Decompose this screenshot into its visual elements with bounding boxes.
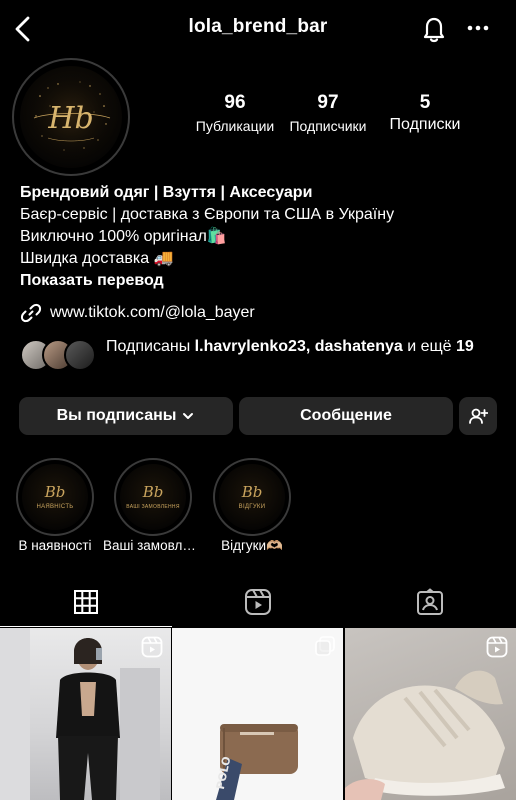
- reels-icon: [486, 636, 508, 658]
- followed-by-middle: и ещё: [402, 338, 457, 355]
- stat-following-label: Подписки: [389, 116, 461, 133]
- grid-icon: [74, 590, 98, 614]
- profile-link[interactable]: www.tiktok.com/@lola_bayer: [20, 302, 255, 324]
- highlight-logo: Bb: [241, 482, 263, 501]
- followed-by-names: l.havrylenko23, dashatenya: [194, 338, 403, 355]
- top-bar: lola_brend_bar: [0, 0, 516, 58]
- highlight-label: Ваші замовлення: [103, 538, 203, 553]
- stat-following-value: 5: [419, 92, 431, 113]
- message-button-label: Сообщение: [300, 407, 392, 424]
- posts-grid: POLO: [0, 628, 516, 800]
- post-thumbnail[interactable]: POLO: [172, 628, 343, 800]
- active-tab-indicator: [0, 626, 172, 627]
- stat-posts[interactable]: 96 Публикации: [180, 92, 290, 134]
- avatar-logo: Hb: [20, 66, 122, 168]
- highlight-label: Відгуки🫶🏼: [221, 538, 283, 553]
- stat-followers[interactable]: 97 Подписчики: [280, 92, 376, 134]
- followed-by-text: Подписаны l.havrylenko23, dashatenya и е…: [106, 336, 506, 358]
- tab-posts-grid[interactable]: [0, 576, 172, 628]
- follower-avatar: [64, 339, 96, 371]
- highlight-cover-text: ВІДГУКИ: [238, 503, 266, 510]
- profile-link-text: www.tiktok.com/@lola_bayer: [50, 304, 255, 321]
- reels-icon: [141, 636, 163, 658]
- subscribed-button-label: Вы подписаны: [56, 407, 177, 424]
- profile-stats: 96 Публикации 97 Подписчики 5 Подписки: [180, 92, 480, 142]
- bio-line: Баєр-сервіс | доставка з Європи та США в…: [20, 206, 395, 223]
- highlight-cover-text: ВАШІ ЗАМОВЛЕННЯ: [126, 503, 180, 510]
- followed-by-prefix: Подписаны: [106, 338, 195, 355]
- profile-tabs: [0, 576, 516, 628]
- highlight-label: В наявності: [18, 538, 92, 553]
- stat-following[interactable]: 5 Подписки: [378, 92, 472, 134]
- highlight-logo: Bb: [142, 482, 164, 501]
- add-person-icon: [469, 408, 488, 424]
- subscribed-button[interactable]: Вы подписаны: [19, 397, 233, 435]
- highlight-cover: Bb ВАШІ ЗАМОВЛЕННЯ: [120, 464, 186, 530]
- stat-followers-value: 97: [317, 92, 339, 113]
- highlight-cover: Bb НАЯВНІСТЬ: [22, 464, 88, 530]
- tab-tagged[interactable]: [344, 576, 516, 628]
- chevron-down-icon: [183, 413, 194, 419]
- bio-line: Швидка доставка 🚚: [20, 250, 174, 267]
- highlight-reviews[interactable]: Bb ВІДГУКИ: [213, 458, 291, 536]
- tab-reels[interactable]: [172, 576, 344, 628]
- show-translation-link[interactable]: Показать перевод: [20, 270, 500, 292]
- highlight-cover: Bb ВІДГУКИ: [219, 464, 285, 530]
- stat-posts-label: Публикации: [195, 118, 275, 134]
- bio-line: Виключно 100% оригінал🛍️: [20, 228, 227, 245]
- message-button[interactable]: Сообщение: [239, 397, 453, 435]
- post-thumbnail[interactable]: [0, 628, 171, 800]
- bell-icon[interactable]: [420, 14, 448, 44]
- stat-followers-label: Подписчики: [289, 118, 367, 134]
- followed-by-count: 19: [456, 338, 474, 355]
- svg-text:Hb: Hb: [47, 101, 93, 136]
- bio-name: Брендовий одяг | Взуття | Аксесуари: [20, 184, 313, 201]
- link-icon: [20, 303, 42, 323]
- tagged-icon: [417, 588, 443, 615]
- stat-posts-value: 96: [224, 92, 246, 113]
- post-thumbnail[interactable]: [345, 628, 516, 800]
- suggested-users-button[interactable]: [459, 397, 497, 435]
- carousel-icon: [315, 636, 335, 656]
- highlight-logo: Bb: [44, 482, 66, 501]
- profile-avatar[interactable]: Hb: [12, 58, 130, 176]
- highlight-cover-text: НАЯВНІСТЬ: [36, 503, 74, 510]
- highlight-orders[interactable]: Bb ВАШІ ЗАМОВЛЕННЯ: [114, 458, 192, 536]
- reels-icon: [245, 589, 271, 615]
- more-options-icon[interactable]: [464, 18, 492, 38]
- followed-by[interactable]: Подписаны l.havrylenko23, dashatenya и е…: [20, 336, 500, 378]
- profile-bio: Брендовий одяг | Взуття | Аксесуари Баєр…: [20, 182, 500, 292]
- highlight-in-stock[interactable]: Bb НАЯВНІСТЬ: [16, 458, 94, 536]
